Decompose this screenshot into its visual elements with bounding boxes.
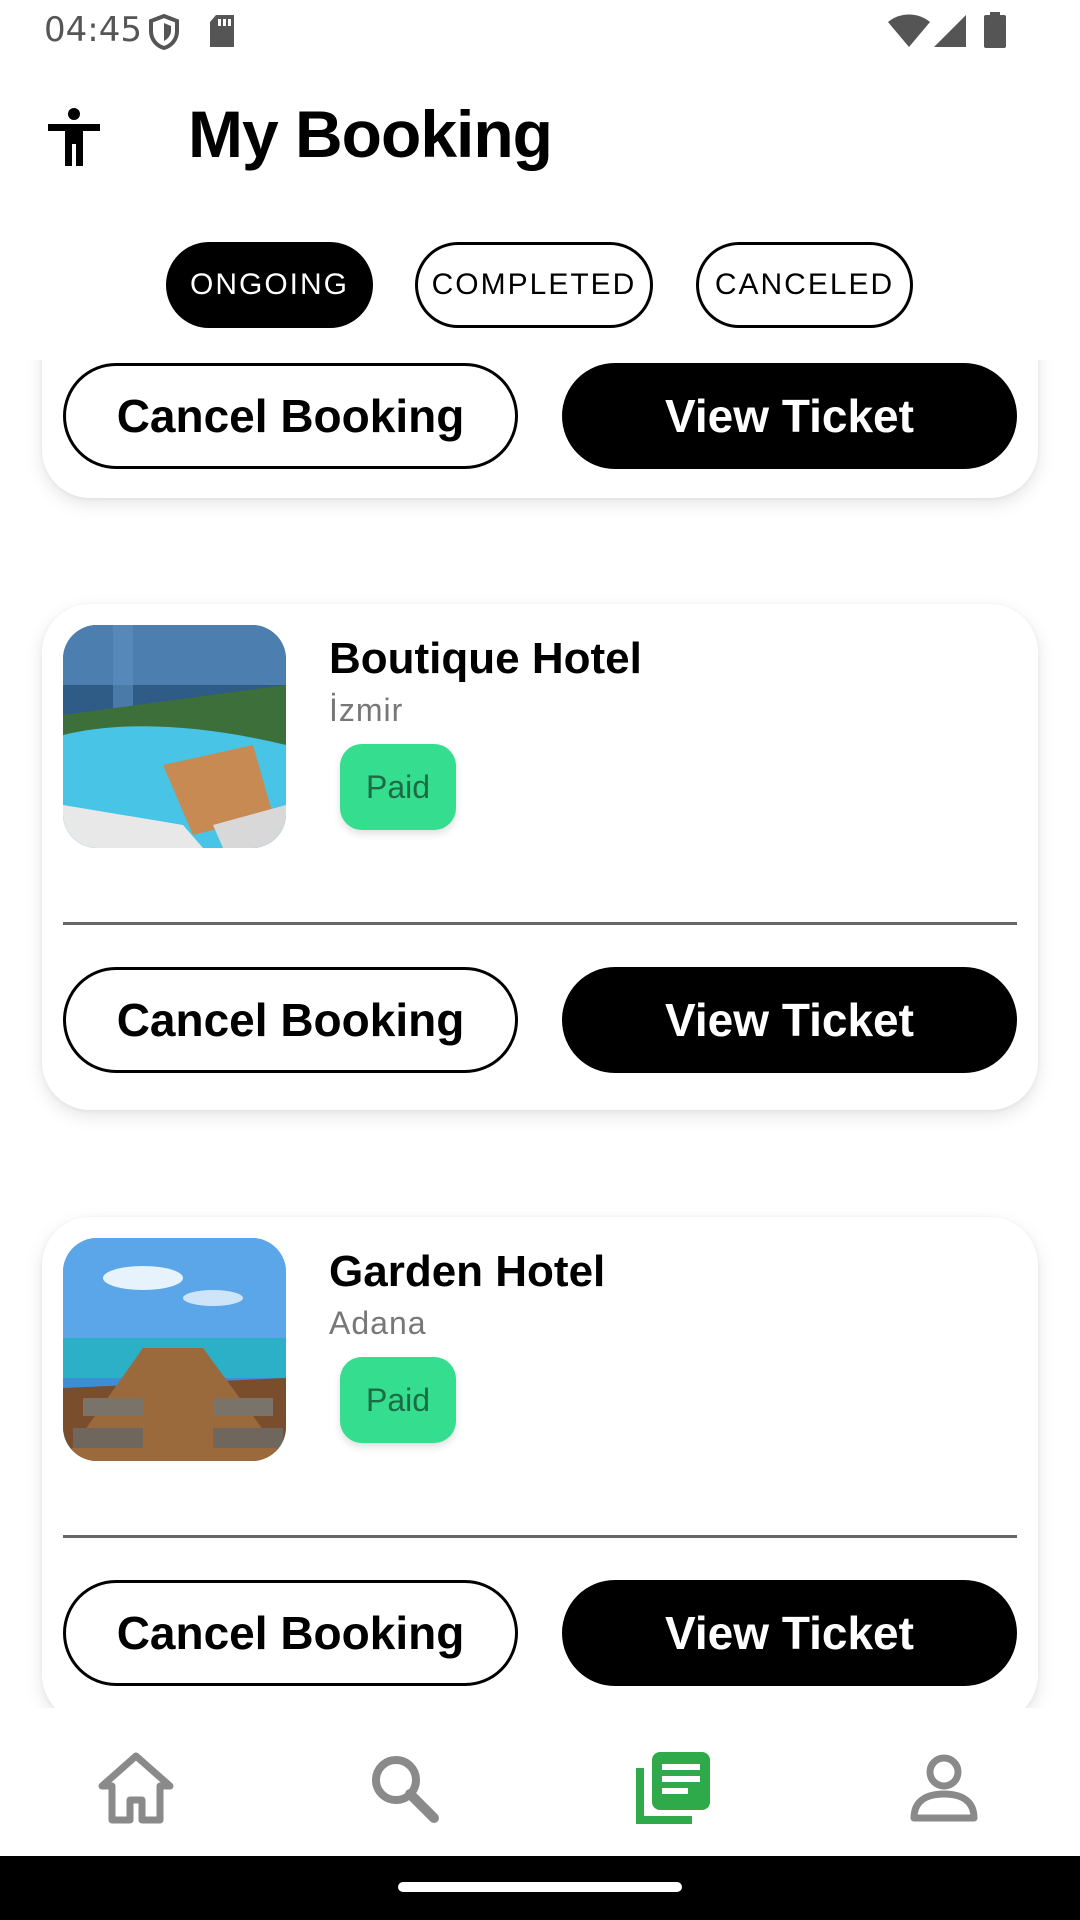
cancel-booking-button[interactable]: Cancel Booking	[63, 967, 518, 1073]
booking-card: Boutique Hotel İzmir Paid Cancel Booking…	[42, 604, 1038, 1110]
profile-icon[interactable]	[904, 1748, 984, 1828]
hotel-name: Boutique Hotel	[329, 634, 642, 684]
gesture-bar	[0, 1856, 1080, 1920]
hotel-city: Adana	[329, 1305, 427, 1342]
view-ticket-button[interactable]: View Ticket	[562, 1580, 1017, 1686]
cancel-booking-button[interactable]: Cancel Booking	[63, 363, 518, 469]
booking-card: Cancel Booking View Ticket	[42, 360, 1038, 498]
tab-canceled[interactable]: CANCELED	[696, 242, 913, 328]
bottom-nav	[0, 1708, 1080, 1856]
divider	[63, 1535, 1017, 1538]
tab-completed[interactable]: COMPLETED	[415, 242, 653, 328]
shield-icon	[148, 14, 180, 54]
page-title: My Booking	[188, 96, 552, 172]
status-bar: 04:45	[0, 0, 1080, 64]
battery-icon	[984, 12, 1006, 52]
sd-card-icon	[208, 14, 236, 52]
status-badge: Paid	[340, 744, 456, 830]
wifi-icon	[888, 14, 930, 52]
divider	[63, 922, 1017, 925]
signal-icon	[934, 14, 966, 52]
bookings-icon[interactable]	[634, 1748, 714, 1828]
booking-list[interactable]: Cancel Booking View Ticket Boutique Hote…	[0, 360, 1080, 1708]
hotel-name: Garden Hotel	[329, 1247, 605, 1297]
hotel-city: İzmir	[329, 692, 403, 729]
status-time: 04:45	[44, 10, 142, 50]
home-handle[interactable]	[398, 1882, 682, 1892]
status-badge: Paid	[340, 1357, 456, 1443]
home-icon[interactable]	[96, 1748, 176, 1828]
view-ticket-button[interactable]: View Ticket	[562, 363, 1017, 469]
hotel-thumbnail[interactable]	[63, 625, 286, 848]
booking-card: Garden Hotel Adana Paid Cancel Booking V…	[42, 1217, 1038, 1708]
view-ticket-button[interactable]: View Ticket	[562, 967, 1017, 1073]
cancel-booking-button[interactable]: Cancel Booking	[63, 1580, 518, 1686]
accessibility-icon[interactable]	[48, 108, 100, 166]
hotel-thumbnail[interactable]	[63, 1238, 286, 1461]
search-icon[interactable]	[364, 1748, 444, 1828]
tab-ongoing[interactable]: ONGOING	[166, 242, 373, 328]
